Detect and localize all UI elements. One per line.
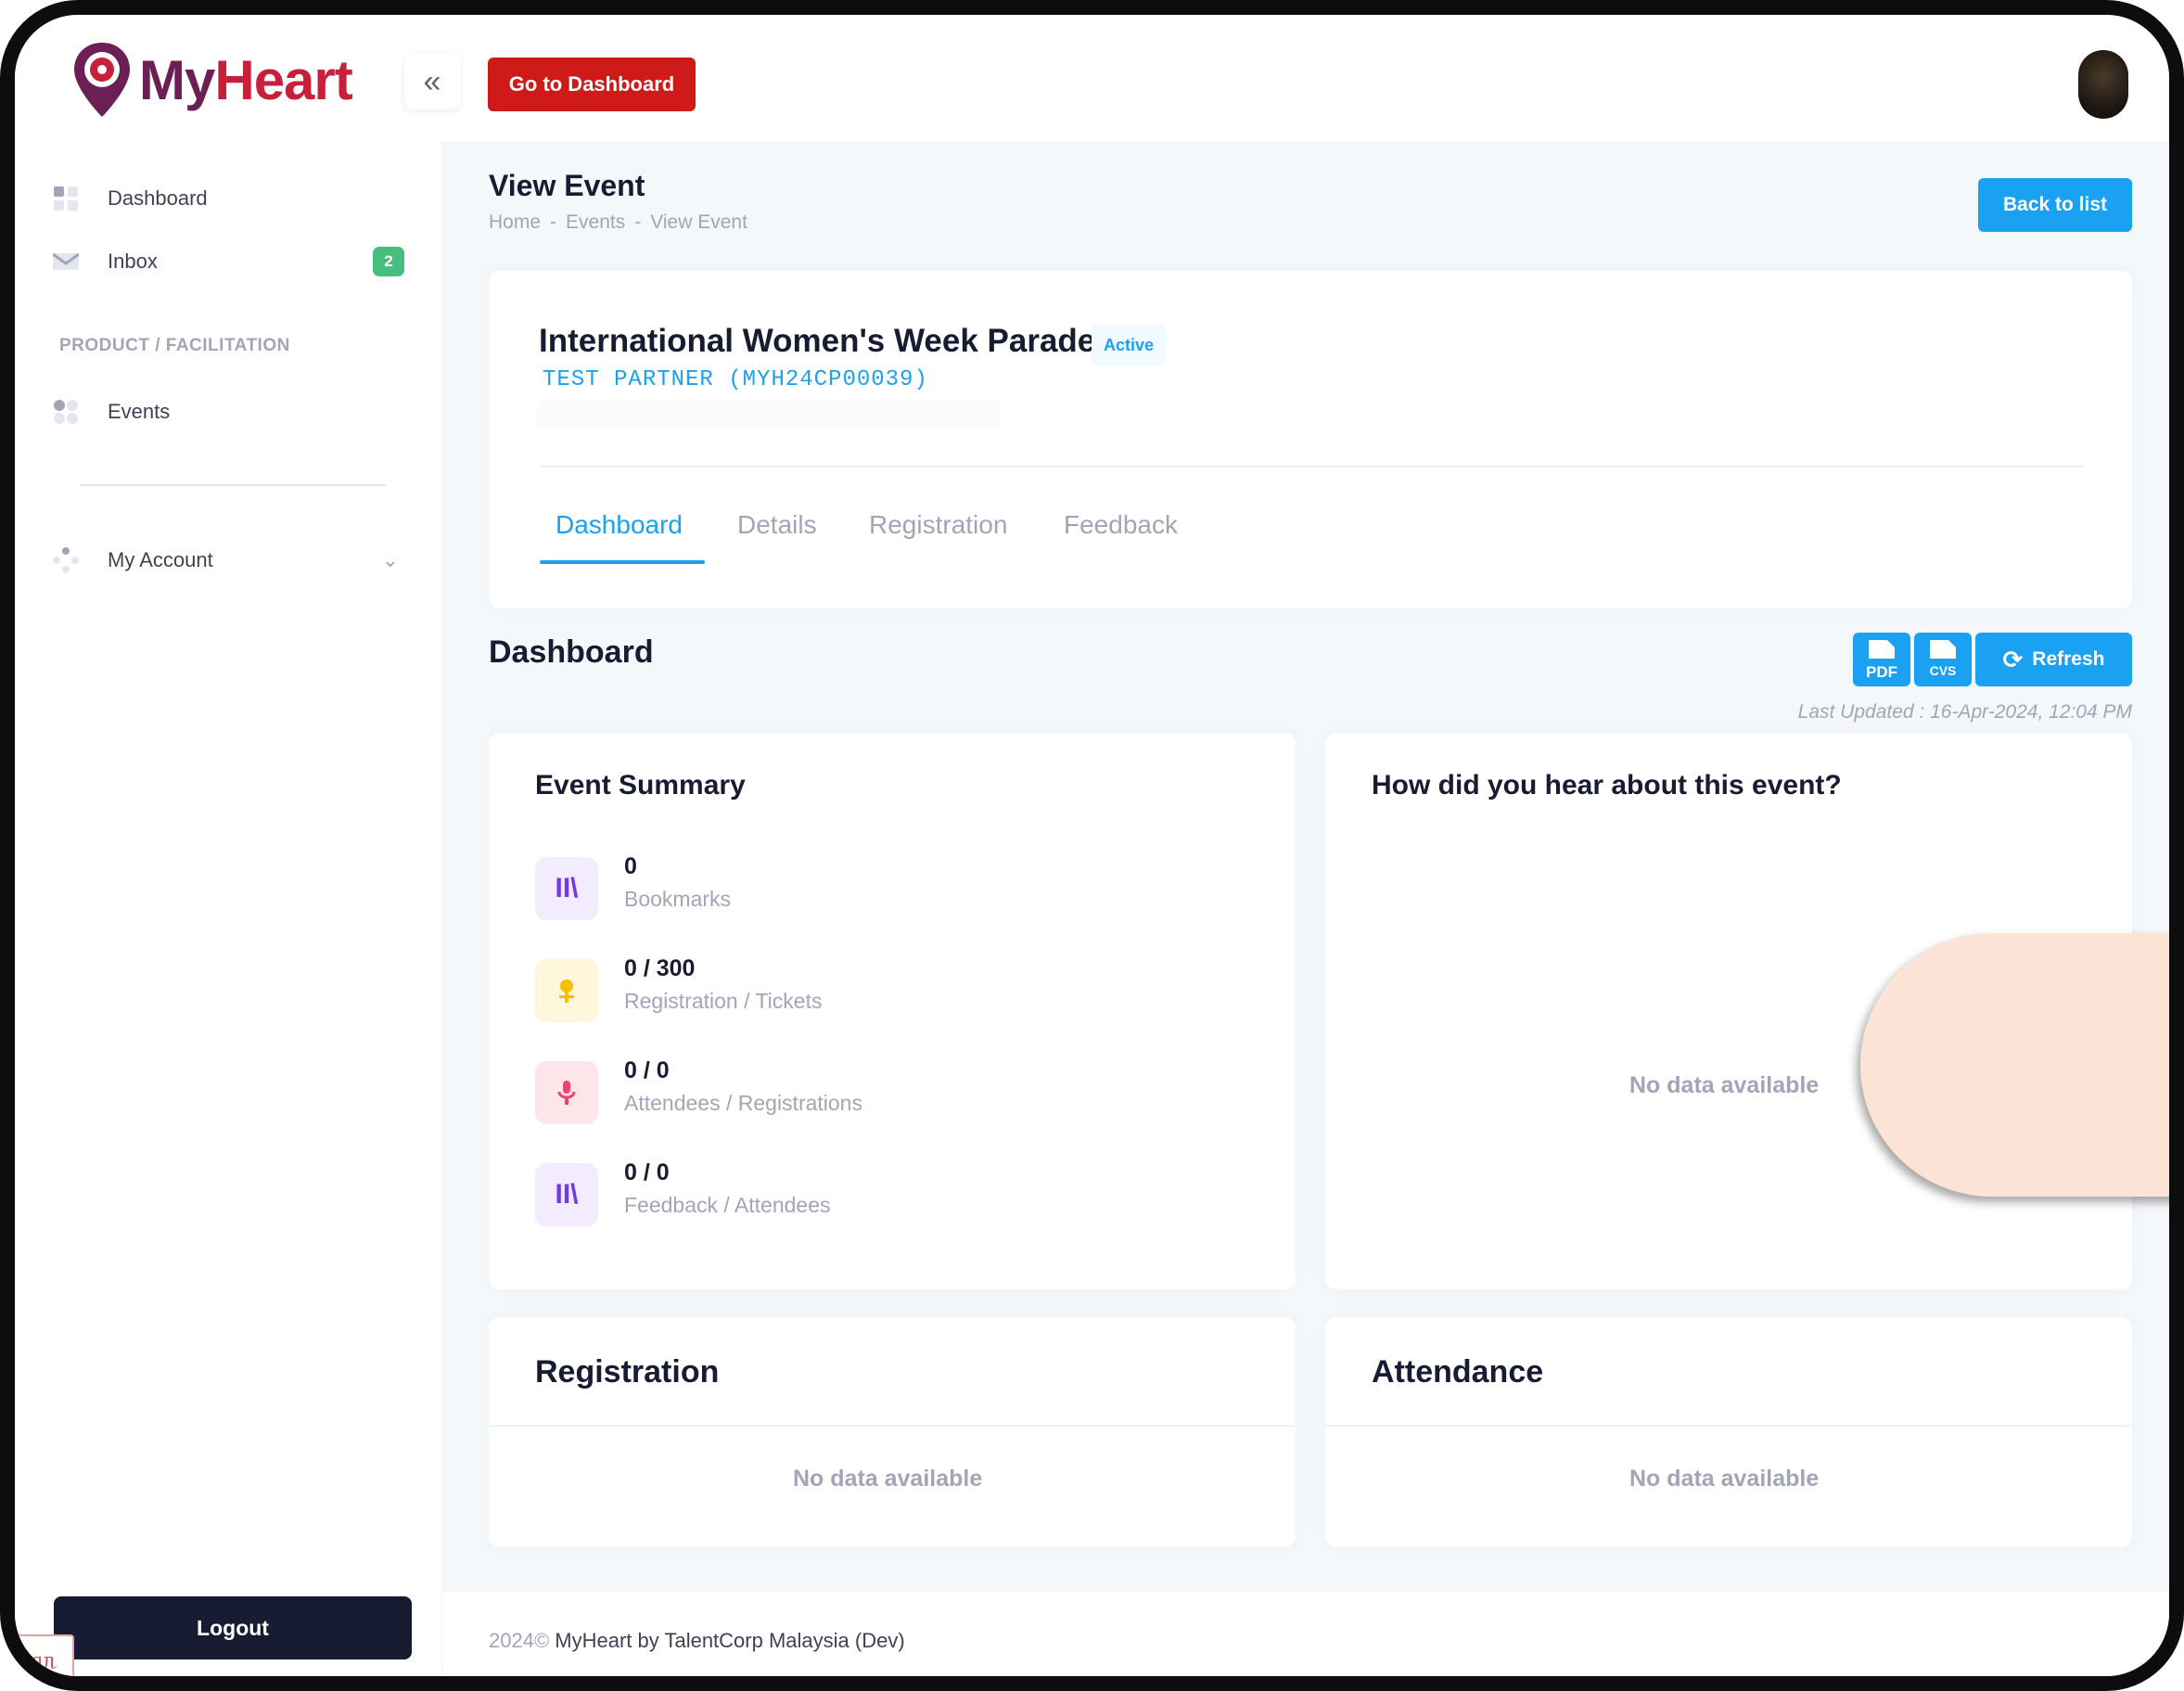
grid-icon [52,398,80,426]
tab-registration[interactable]: Registration [869,510,1007,540]
corner-widget-icon[interactable]: ᥲᥰ [15,1634,74,1676]
chevron-down-icon: ⌄ [381,548,399,571]
sidebar: Dashboard Inbox 2 PRODUCT / FACILITATION… [15,141,442,1676]
back-to-list-button[interactable]: Back to list [1978,178,2132,232]
no-data-text: No data available [793,1466,983,1492]
sidebar-item-label: Dashboard [108,186,208,210]
app-frame: MyHeart « Go to Dashboard Dashboard Inbo… [0,0,2184,1691]
summary-row-registration: 0 / 300 Registration / Tickets [535,955,1092,1030]
refresh-icon: ⟳ [2002,645,2024,673]
breadcrumb-separator: - [634,211,642,233]
logo-wordmark: MyHeart [139,48,353,112]
summary-value: 0 / 300 [624,955,696,981]
sidebar-item-label: Events [108,400,171,423]
tab-feedback[interactable]: Feedback [1064,510,1178,540]
registration-title: Registration [535,1354,720,1390]
export-csv-button[interactable]: CVS [1914,633,1972,686]
summary-value: 0 / 0 [624,1057,670,1083]
summary-value: 0 / 0 [624,1159,670,1185]
grid-icon [52,185,80,212]
sidebar-section-title: PRODUCT / FACILITATION [59,336,290,355]
footer: 2024© MyHeart by TalentCorp Malaysia (De… [442,1592,2169,1676]
logo-text-heart: Heart [214,48,352,111]
refresh-button[interactable]: ⟳ Refresh [1975,633,2132,686]
user-avatar[interactable] [2078,50,2128,119]
active-tab-indicator [540,560,705,564]
logout-button[interactable]: Logout [54,1596,412,1659]
csv-file-icon: CVS [1930,640,1957,678]
hear-about-title: How did you hear about this event? [1372,770,1842,801]
heart-pin-logo-icon [74,43,130,117]
app-logo[interactable]: MyHeart [72,33,353,126]
summary-label: Attendees / Registrations [624,1091,862,1115]
breadcrumb-separator: - [550,211,557,233]
logo-text-my: My [139,48,215,111]
breadcrumb-events[interactable]: Events [566,211,625,234]
summary-label: Feedback / Attendees [624,1193,831,1217]
double-chevron-left-icon: « [423,63,441,99]
sidebar-item-events[interactable]: Events [52,390,414,434]
sidebar-item-label: Inbox [108,250,158,273]
attendance-title: Attendance [1372,1354,1544,1390]
top-header: MyHeart « Go to Dashboard [15,15,2169,142]
mail-icon [52,248,80,275]
event-header-card: International Women's Week Parade Active… [489,271,2132,609]
status-badge: Active [1092,325,1166,365]
breadcrumb-home[interactable]: Home [489,211,541,234]
pdf-file-icon: PDF [1866,640,1897,681]
breadcrumb-current: View Event [650,211,747,233]
faint-placeholder [537,401,1001,429]
event-summary-card: Event Summary II\ 0 Bookmarks 0 / 300 Re… [489,733,1296,1289]
event-partner: TEST PARTNER (MYH24CP00039) [543,367,928,392]
refresh-label: Refresh [2032,648,2105,670]
ticket-icon [535,959,598,1022]
library-icon: II\ [535,1163,598,1226]
summary-row-feedback: II\ 0 / 0 Feedback / Attendees [535,1159,1092,1234]
person-icon [535,1061,598,1124]
floating-overlay-bubble[interactable] [1860,933,2169,1197]
no-data-text: No data available [1629,1072,1820,1098]
go-to-dashboard-button[interactable]: Go to Dashboard [488,58,696,111]
sidebar-item-inbox[interactable]: Inbox 2 [52,239,414,284]
inbox-count-badge: 2 [373,247,404,276]
registration-card: Registration No data available [489,1317,1296,1547]
export-pdf-button[interactable]: PDF [1853,633,1910,686]
card-divider [1325,1425,2132,1427]
main-content: View Event Home - Events - View Event Ba… [442,141,2169,1592]
event-summary-title: Event Summary [535,770,746,801]
no-data-text: No data available [1629,1466,1820,1492]
summary-row-attendees: 0 / 0 Attendees / Registrations [535,1057,1092,1132]
event-name: International Women's Week Parade [539,323,1096,359]
summary-value: 0 [624,853,637,879]
sidebar-item-label: My Account [108,548,213,571]
sidebar-item-dashboard[interactable]: Dashboard [52,176,414,221]
last-updated-text: Last Updated : 16-Apr-2024, 12:04 PM [1797,701,2132,723]
card-divider [489,1425,1296,1427]
tab-dashboard[interactable]: Dashboard [556,510,683,540]
dashboard-section-title: Dashboard [489,634,654,670]
footer-link[interactable]: MyHeart by TalentCorp Malaysia (Dev) [555,1629,904,1652]
diamond-dots-icon [52,546,80,574]
footer-year: 2024© [489,1629,550,1652]
summary-label: Bookmarks [624,887,732,911]
breadcrumb: Home - Events - View Event [489,211,747,234]
collapse-sidebar-button[interactable]: « [404,54,460,109]
summary-row-bookmarks: II\ 0 Bookmarks [535,853,1092,928]
page-title: View Event [489,169,645,202]
bubble-text: V [2176,1033,2184,1089]
attendance-card: Attendance No data available [1325,1317,2132,1547]
sidebar-divider [80,484,386,486]
svg-text:CVS: CVS [1930,663,1957,678]
card-divider [540,466,2084,468]
sidebar-item-my-account[interactable]: My Account ⌄ [52,538,414,583]
library-icon: II\ [535,857,598,920]
tab-details[interactable]: Details [737,510,817,540]
svg-text:PDF: PDF [1866,663,1897,681]
summary-label: Registration / Tickets [624,989,823,1013]
footer-text: 2024© MyHeart by TalentCorp Malaysia (De… [489,1629,905,1653]
